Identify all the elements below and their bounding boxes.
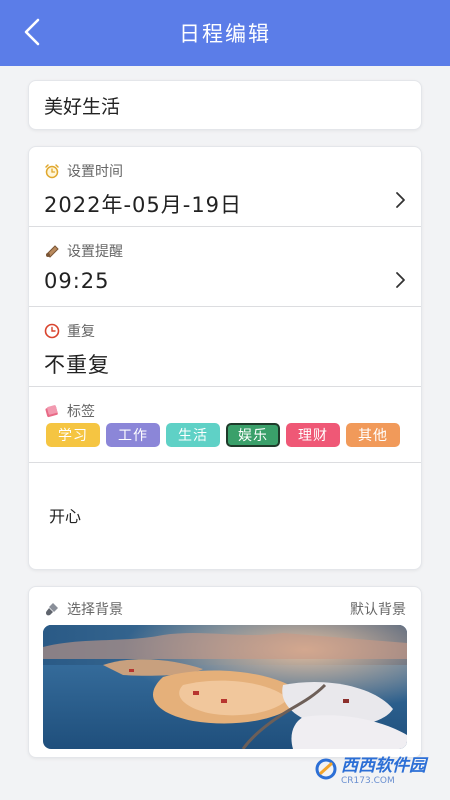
time-label: 设置时间 [67,164,123,180]
chevron-right-icon [396,272,405,288]
tag-icon [45,405,58,418]
reminder-label: 设置提醒 [67,244,123,260]
default-background-button[interactable]: 默认背景 [350,599,406,619]
tags-label: 标签 [67,404,95,420]
tag-other[interactable]: 其他 [346,423,400,447]
top-bar: 日程编辑 [0,0,450,66]
time-value: 2022年-05月-19日 [44,193,243,217]
repeat-label: 重复 [67,324,95,340]
background-card: 选择背景 默认背景 [28,586,422,758]
back-button[interactable] [14,14,50,50]
logo-icon [315,758,337,779]
tag-finance[interactable]: 理财 [286,423,340,447]
brush-icon [46,603,58,616]
time-row[interactable]: 设置时间 2022年-05月-19日 [29,147,421,227]
tag-life[interactable]: 生活 [166,423,220,447]
background-preview-image[interactable] [43,625,407,749]
chevron-left-icon [24,18,40,46]
title-input[interactable] [44,94,404,116]
background-label: 选择背景 [67,602,123,618]
note-text[interactable]: 开心 [49,503,81,527]
watermark-logo: 西西软件园 CR173.COM [315,751,426,786]
repeat-value: 不重复 [44,353,110,377]
tag-study[interactable]: 学习 [46,423,100,447]
bell-icon [46,245,59,258]
title-card [28,80,422,130]
chevron-right-icon [396,192,405,208]
clock-icon [44,323,60,339]
tag-list: 学习 工作 生活 娱乐 理财 其他 [46,423,400,447]
schedule-settings-card: 设置时间 2022年-05月-19日 设置提醒 09:25 重复 不重复 标签 … [28,146,422,570]
tag-entertainment[interactable]: 娱乐 [226,423,280,447]
repeat-row[interactable]: 重复 不重复 [29,307,421,387]
tags-row: 标签 学习 工作 生活 娱乐 理财 其他 [29,387,421,463]
landscape-image [43,625,407,749]
reminder-value: 09:25 [44,269,110,293]
page-title: 日程编辑 [179,22,271,46]
alarm-clock-icon [45,164,59,179]
tag-work[interactable]: 工作 [106,423,160,447]
reminder-row[interactable]: 设置提醒 09:25 [29,227,421,307]
